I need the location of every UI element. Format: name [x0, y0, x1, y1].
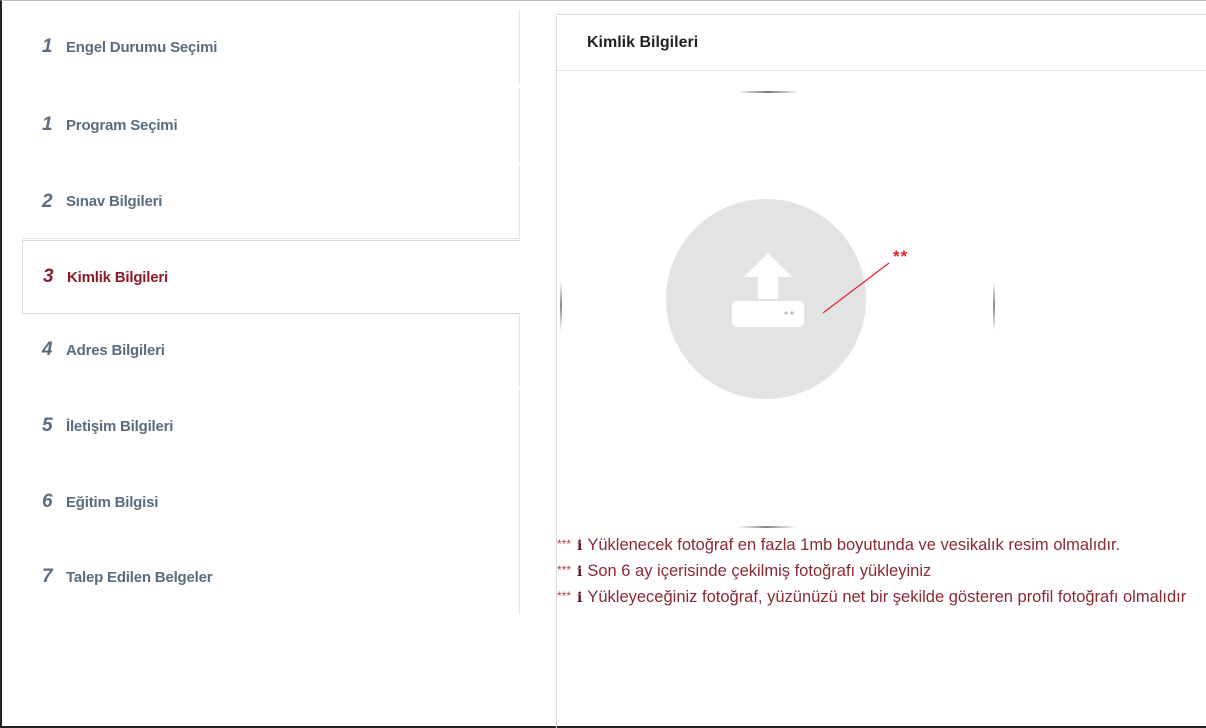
step-number: 6 — [42, 491, 53, 512]
note-prefix: *** — [557, 589, 572, 603]
step-label: Kimlik Bilgileri — [67, 268, 168, 286]
step-label: Program Seçimi — [66, 116, 178, 134]
upload-icon — [732, 253, 804, 327]
note-text: Yüklenecek fotoğraf en fazla 1mb boyutun… — [587, 536, 1121, 554]
step-number: 7 — [42, 566, 53, 587]
panel-header: Kimlik Bilgileri — [557, 15, 1206, 71]
info-icon: i — [577, 564, 583, 580]
step-program[interactable]: 1 Program Seçimi — [22, 88, 520, 162]
step-label: Engel Durumu Seçimi — [66, 38, 218, 56]
panel-title: Kimlik Bilgileri — [587, 33, 699, 51]
step-label: Eğitim Bilgisi — [66, 493, 159, 511]
step-sinav[interactable]: 2 Sınav Bilgileri — [22, 165, 520, 239]
step-label: Sınav Bilgileri — [66, 193, 163, 210]
step-number: 4 — [42, 339, 53, 360]
crop-guide-right — [993, 281, 995, 331]
required-leader-line — [822, 262, 890, 314]
crop-guide-bottom — [737, 526, 797, 528]
info-icon: i — [577, 590, 583, 606]
step-label: İletişim Bilgileri — [66, 417, 174, 435]
step-iletisim[interactable]: 5 İletişim Bilgileri — [22, 389, 520, 463]
note-prefix: *** — [557, 537, 572, 551]
note-item: *** i Yüklenecek fotoğraf en fazla 1mb boy… — [557, 532, 1206, 558]
step-number: 2 — [42, 190, 53, 212]
photo-upload-area: ** — [557, 71, 1206, 531]
step-talep-belgeler[interactable]: 7 Talep Edilen Belgeler — [22, 540, 520, 614]
note-text: Yükleyeceğiniz fotoğraf, yüzünüzü net bi… — [587, 588, 1187, 606]
note-item: *** i Son 6 ay içerisinde çekilmiş fotoğra… — [557, 558, 1206, 584]
note-text: Son 6 ay içerisinde çekilmiş fotoğrafı y… — [587, 562, 932, 580]
step-number: 1 — [42, 114, 53, 135]
step-label: Adres Bilgileri — [66, 341, 165, 359]
step-engel-durumu[interactable]: 1 Engel Durumu Seçimi — [22, 10, 520, 84]
identity-panel: Kimlik Bilgileri ** *** i Yüklenecek fotoğ… — [556, 14, 1206, 728]
required-mark: ** — [893, 247, 909, 266]
note-item: *** i Yükleyeceğiniz fotoğraf, yüzünüzü ne… — [557, 584, 1206, 610]
step-adres[interactable]: 4 Adres Bilgileri — [22, 313, 520, 387]
note-prefix: *** — [557, 563, 572, 577]
step-number: 5 — [42, 415, 53, 436]
step-label: Talep Edilen Belgeler — [66, 568, 213, 586]
info-icon: i — [577, 538, 583, 554]
step-number: 1 — [42, 36, 53, 57]
crop-guide-left — [560, 281, 562, 331]
crop-guide-top — [737, 91, 799, 93]
step-egitim[interactable]: 6 Eğitim Bilgisi — [22, 465, 520, 539]
step-number: 3 — [43, 266, 54, 287]
step-kimlik[interactable]: 3 Kimlik Bilgileri — [22, 240, 520, 314]
upload-notes: *** i Yüklenecek fotoğraf en fazla 1mb boy… — [557, 532, 1206, 610]
